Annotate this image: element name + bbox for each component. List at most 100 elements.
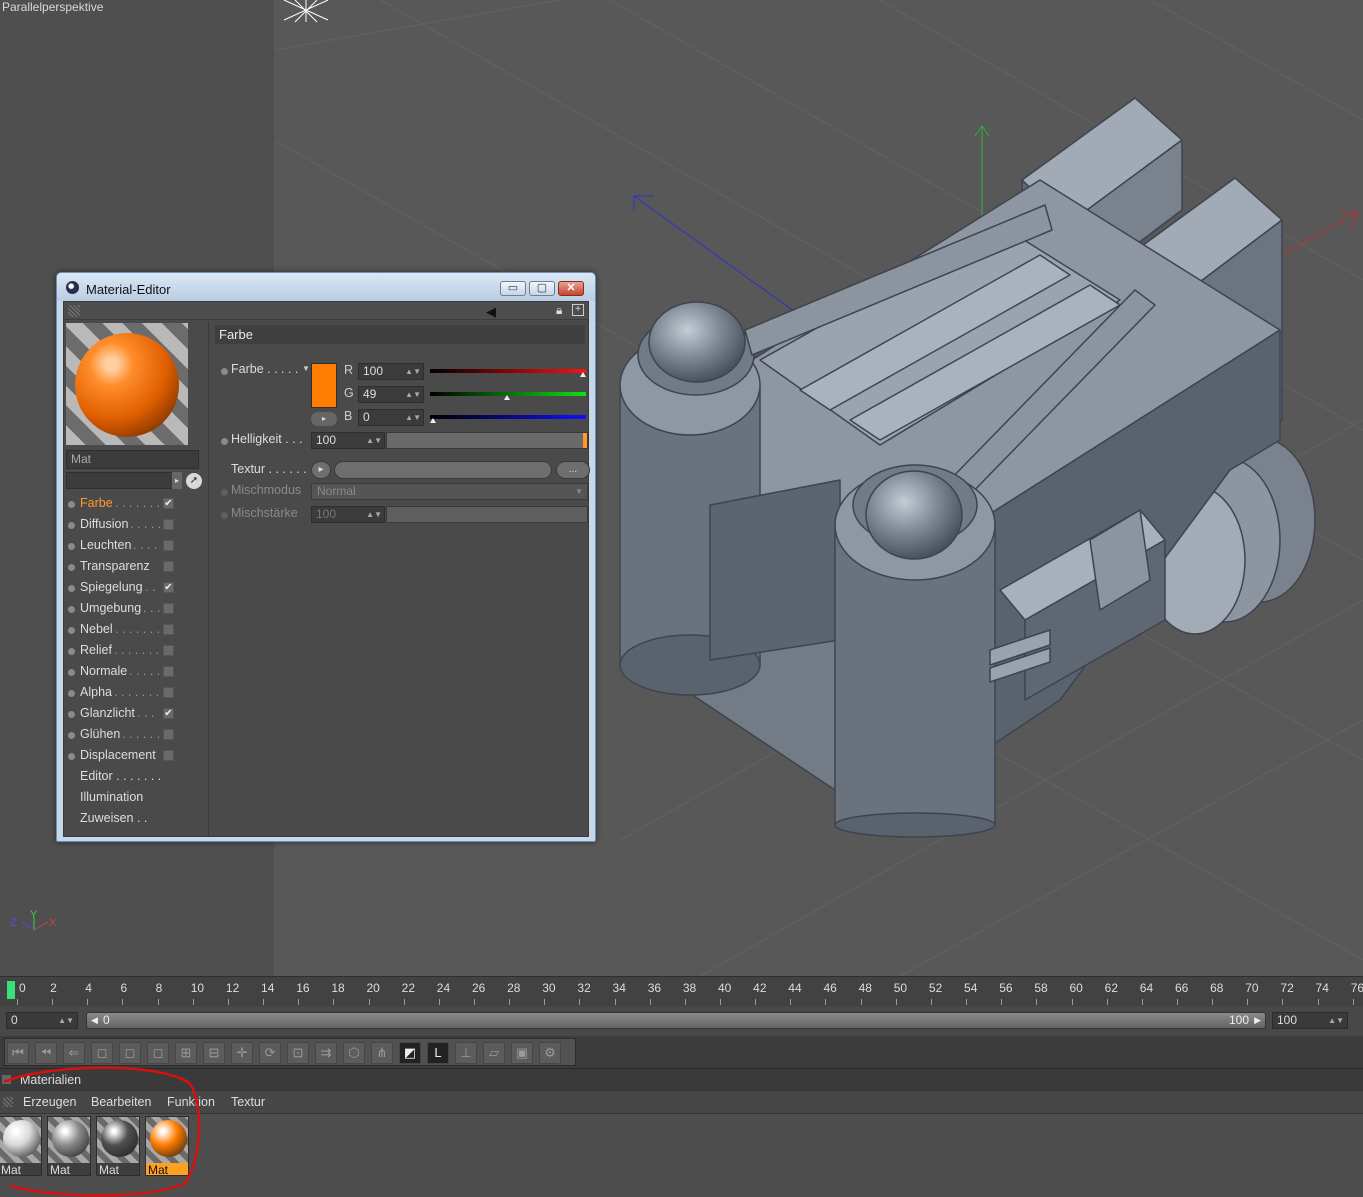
channel-radio[interactable] <box>68 543 75 550</box>
channel-0[interactable]: Farbe. . . . . . . . ✔ <box>66 495 206 515</box>
channel-radio[interactable] <box>68 711 75 718</box>
channel-extra-0[interactable]: Editor . . . . . . . <box>66 768 206 788</box>
material-thumb[interactable]: Mat <box>47 1116 91 1176</box>
channel-3[interactable]: Transparenz <box>66 558 206 578</box>
channel-extra-2[interactable]: Zuweisen . . <box>66 810 206 830</box>
range-start-field[interactable]: 0 ▲▼ <box>6 1012 78 1029</box>
channel-checkbox[interactable]: ✔ <box>163 708 174 719</box>
helligkeit-input[interactable]: 100 ▲▼ <box>311 432 385 449</box>
timeline-ruler[interactable]: 0 2 4 6 8 10 12 14 16 18 20 22 24 26 28 30 32 34 36 38 40 42 4… <box>0 976 1363 1006</box>
record-icon[interactable]: ⊞ <box>175 1042 197 1064</box>
material-thumb[interactable]: Mat <box>145 1116 189 1176</box>
range-end-field[interactable]: 100 ▲▼ <box>1272 1012 1348 1029</box>
channel-radio[interactable] <box>68 690 75 697</box>
playhead-marker[interactable] <box>7 981 15 999</box>
pick-cursor-icon[interactable]: ➚ <box>186 473 202 489</box>
close-button[interactable]: ✕ <box>558 281 584 296</box>
spin-icon[interactable]: ▲▼ <box>405 387 421 402</box>
textur-field[interactable] <box>334 461 552 479</box>
channel-checkbox[interactable] <box>163 666 174 677</box>
lock-icon[interactable]: 🔒︎ <box>556 303 562 318</box>
channel-10[interactable]: Glanzlicht. . . ✔ <box>66 705 206 725</box>
material-editor-window[interactable]: Material-Editor ▭ ▢ ✕ ◀ 🔒︎ + Mat ▸ ➚ Far… <box>56 272 596 842</box>
chevron-down-icon[interactable]: ▼ <box>302 364 310 373</box>
spin-icon[interactable]: ▲▼ <box>366 507 382 522</box>
channel-4[interactable]: Spiegelung. . ✔ <box>66 579 206 599</box>
spin-icon[interactable]: ▲▼ <box>1328 1013 1344 1028</box>
menu-erzeugen[interactable]: Erzeugen <box>23 1095 77 1109</box>
b-slider[interactable] <box>430 415 586 423</box>
channel-radio[interactable] <box>68 669 75 676</box>
spin-icon[interactable]: ▲▼ <box>366 433 382 448</box>
menu-funktion[interactable]: Funktion <box>167 1095 215 1109</box>
material-thumb[interactable]: Mat <box>96 1116 140 1176</box>
farbe-radio[interactable] <box>221 368 228 375</box>
color-mode-button[interactable]: ▸ <box>311 412 337 426</box>
link-arrow-button[interactable]: ▸ <box>172 472 182 489</box>
cube-record-icon[interactable]: ◻ <box>91 1042 113 1064</box>
range-slider[interactable]: ◀ 0 100 ▶ <box>86 1012 1266 1029</box>
menu-textur[interactable]: Textur <box>231 1095 265 1109</box>
channel-radio[interactable] <box>68 753 75 760</box>
r-slider[interactable] <box>430 369 586 377</box>
channel-12[interactable]: Displacement <box>66 747 206 767</box>
right-arrow-icon[interactable]: ▶ <box>1254 1013 1261 1028</box>
point-icon[interactable]: ⬡ <box>343 1042 365 1064</box>
g-slider-thumb[interactable] <box>503 395 510 400</box>
cube-key-icon[interactable]: ◻ <box>147 1042 169 1064</box>
channel-6[interactable]: Nebel. . . . . . . . <box>66 621 206 641</box>
spin-icon[interactable]: ▲▼ <box>405 410 421 425</box>
channel-checkbox[interactable] <box>163 729 174 740</box>
channel-radio[interactable] <box>68 732 75 739</box>
new-window-icon[interactable]: + <box>572 304 584 316</box>
box-icon[interactable]: ▣ <box>511 1042 533 1064</box>
channel-2[interactable]: Leuchten. . . . <box>66 537 206 557</box>
channel-checkbox[interactable] <box>163 540 174 551</box>
channel-checkbox[interactable] <box>163 519 174 530</box>
camera-zero-icon[interactable]: L <box>427 1042 449 1064</box>
channel-1[interactable]: Diffusion. . . . . <box>66 516 206 536</box>
floor-icon[interactable]: ▱ <box>483 1042 505 1064</box>
channel-checkbox[interactable] <box>163 603 174 614</box>
material-preview[interactable] <box>66 323 188 445</box>
color-swatch[interactable] <box>311 363 337 408</box>
prev-key-icon[interactable]: ⏪︎ <box>35 1042 57 1064</box>
maximize-button[interactable]: ▢ <box>529 281 555 296</box>
rotate-icon[interactable]: ⟳ <box>259 1042 281 1064</box>
channel-checkbox[interactable] <box>163 750 174 761</box>
channel-8[interactable]: Normale. . . . . <box>66 663 206 683</box>
helligkeit-radio[interactable] <box>221 438 228 445</box>
axis-icon[interactable]: ⊥ <box>455 1042 477 1064</box>
channel-radio[interactable] <box>68 501 75 508</box>
grip-icon[interactable] <box>68 305 80 317</box>
channel-checkbox[interactable]: ✔ <box>163 582 174 593</box>
panel-toggle-icon[interactable] <box>2 1075 11 1084</box>
go-to-start-icon[interactable]: ⏮︎ <box>7 1042 29 1064</box>
mischmodus-dropdown[interactable]: Normal ▼ <box>311 483 588 500</box>
material-name-field[interactable]: Mat <box>66 450 199 469</box>
channel-checkbox[interactable]: ✔ <box>163 498 174 509</box>
channel-7[interactable]: Relief. . . . . . . . <box>66 642 206 662</box>
helligkeit-slider[interactable] <box>386 432 588 449</box>
b-slider-thumb[interactable] <box>430 418 436 423</box>
textur-browse-button[interactable]: ... <box>556 461 590 479</box>
spin-icon[interactable]: ▲▼ <box>405 364 421 379</box>
channel-5[interactable]: Umgebung. . . <box>66 600 206 620</box>
auto-key-icon[interactable]: ⊟ <box>203 1042 225 1064</box>
step-back-icon[interactable]: ⇐ <box>63 1042 85 1064</box>
channel-radio[interactable] <box>68 564 75 571</box>
scale-icon[interactable]: ⊡ <box>287 1042 309 1064</box>
b-input[interactable]: 0 ▲▼ <box>358 409 424 426</box>
back-arrow-icon[interactable]: ◀ <box>486 304 496 320</box>
channel-checkbox[interactable] <box>163 687 174 698</box>
render-region-icon[interactable]: ◩ <box>399 1042 421 1064</box>
channel-checkbox[interactable] <box>163 624 174 635</box>
channel-radio[interactable] <box>68 522 75 529</box>
material-editor-titlebar[interactable]: Material-Editor ▭ ▢ ✕ <box>57 273 595 301</box>
channel-11[interactable]: Glühen. . . . . . <box>66 726 206 746</box>
mischstaerke-input[interactable]: 100 ▲▼ <box>311 506 385 523</box>
channel-radio[interactable] <box>68 606 75 613</box>
parameter-icon[interactable]: ⇉ <box>315 1042 337 1064</box>
channel-checkbox[interactable] <box>163 561 174 572</box>
channel-radio[interactable] <box>68 648 75 655</box>
